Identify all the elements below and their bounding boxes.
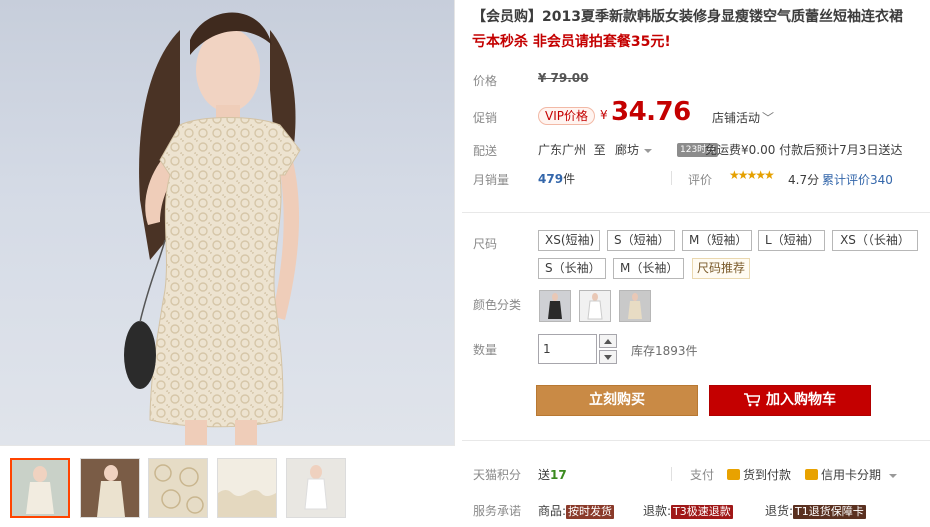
thumbnail-strip (0, 445, 455, 527)
buy-now-button[interactable]: 立刻购买 (536, 385, 698, 416)
service-goods-tag: 按时发货 (566, 505, 615, 519)
product-subtitle: 亏本秒杀 非会员请拍套餐35元! (472, 34, 671, 50)
quantity-input[interactable] (538, 334, 597, 364)
product-title: 【会员购】2013夏季新款韩版女装修身显瘦镂空气质蕾丝短袖连衣裙 (472, 9, 903, 25)
cash-on-delivery: 货到付款 (727, 466, 791, 483)
service-goods-prefix: 商品: (538, 504, 567, 518)
ship-to-word: 至 (593, 143, 606, 157)
divider (671, 171, 672, 185)
rating-stars-icon: ★★★★★ (729, 168, 775, 182)
shipping-label: 配送 (473, 144, 498, 158)
main-product-image[interactable] (0, 0, 455, 445)
quantity-increase-button[interactable] (599, 334, 617, 348)
shop-activity-dropdown[interactable]: 店铺活动 ﹀ (712, 109, 774, 126)
review-count-link[interactable]: 累计评价340 (822, 171, 893, 188)
chevron-down-icon (604, 355, 612, 360)
size-option[interactable]: XS(短袖) (538, 230, 600, 251)
vip-price-badge: VIP价格 (538, 107, 595, 125)
ship-origin-city: 广东广州 (538, 143, 587, 157)
promo-band (462, 93, 930, 137)
service-refund-tag: T3极速退款 (671, 505, 733, 519)
thumbnail-2[interactable] (80, 458, 140, 518)
size-label: 尺码 (473, 237, 498, 251)
divider (671, 467, 672, 481)
dress-model-illustration (124, 12, 301, 445)
price-label: 价格 (473, 74, 498, 88)
size-recommend-button[interactable]: 尺码推荐 (692, 258, 751, 279)
credit-card-icon (805, 469, 818, 480)
promo-price: 34.76 (611, 97, 691, 127)
section-divider (462, 440, 930, 441)
service-return-prefix: 退货: (765, 504, 794, 518)
quantity-decrease-button[interactable] (599, 350, 617, 364)
rating-label: 评价 (688, 173, 713, 187)
color-swatch-black[interactable] (539, 290, 571, 322)
section-divider (462, 212, 930, 213)
size-option[interactable]: M（长袖） (613, 258, 684, 279)
shipping-info: 免运费¥0.00 付款后预计7月3日送达 (705, 143, 903, 157)
monthly-sales: 479件 (538, 170, 575, 187)
installment-label: 信用卡分期 (821, 468, 882, 482)
size-option[interactable]: S（短袖） (607, 230, 675, 251)
color-label: 颜色分类 (473, 298, 522, 312)
service-goods[interactable]: 商品: 按时发货 (538, 502, 615, 519)
add-to-cart-button[interactable]: 加入购物车 (709, 385, 871, 416)
size-option[interactable]: M（短袖） (682, 230, 752, 251)
credit-card-installment-dropdown[interactable]: 信用卡分期 (805, 466, 898, 483)
service-refund[interactable]: 退款: T3极速退款 (643, 502, 733, 519)
size-option[interactable]: L（短袖） (758, 230, 825, 251)
rating-score: 4.7分 (788, 173, 820, 187)
shopping-cart-icon (744, 393, 762, 407)
thumbnail-3[interactable] (148, 458, 208, 518)
promo-label: 促销 (473, 111, 498, 125)
chevron-up-icon (604, 339, 612, 344)
points-label: 天猫积分 (473, 468, 522, 482)
ship-destination-dropdown[interactable]: 廊坊 (615, 141, 653, 158)
service-return-tag: T1退货保障卡 (793, 505, 866, 519)
service-label: 服务承诺 (473, 504, 522, 518)
color-swatch-beige[interactable] (619, 290, 651, 322)
ship-origin: 广东广州 至 (538, 141, 606, 158)
chevron-down-icon: ﹀ (762, 111, 775, 125)
sales-unit: 件 (563, 172, 576, 186)
size-option[interactable]: XS（（长袖） (832, 230, 918, 251)
size-option[interactable]: S（长袖） (538, 258, 606, 279)
add-to-cart-label: 加入购物车 (766, 392, 836, 408)
caret-down-icon (889, 473, 898, 478)
caret-down-icon (644, 148, 653, 153)
cod-icon (727, 469, 740, 480)
points-prefix: 送 (538, 468, 551, 482)
ship-destination-city: 廊坊 (615, 143, 640, 157)
shop-activity-label: 店铺活动 (712, 111, 761, 125)
original-price: ¥ 79.00 (538, 71, 589, 85)
thumbnail-1[interactable] (10, 458, 70, 518)
stock-count: 库存1893件 (631, 344, 698, 358)
quantity-label: 数量 (473, 343, 498, 357)
points-value: 送17 (538, 466, 567, 483)
sales-count: 479 (538, 172, 564, 186)
payment-label: 支付 (690, 468, 715, 482)
currency-symbol: ¥ (600, 108, 608, 122)
points-number: 17 (550, 468, 567, 482)
thumbnail-4[interactable] (217, 458, 277, 518)
color-swatch-white[interactable] (579, 290, 611, 322)
service-refund-prefix: 退款: (643, 504, 672, 518)
cod-label: 货到付款 (743, 468, 792, 482)
monthly-sales-label: 月销量 (473, 173, 510, 187)
service-return[interactable]: 退货: T1退货保障卡 (765, 502, 866, 519)
thumbnail-5[interactable] (286, 458, 346, 518)
